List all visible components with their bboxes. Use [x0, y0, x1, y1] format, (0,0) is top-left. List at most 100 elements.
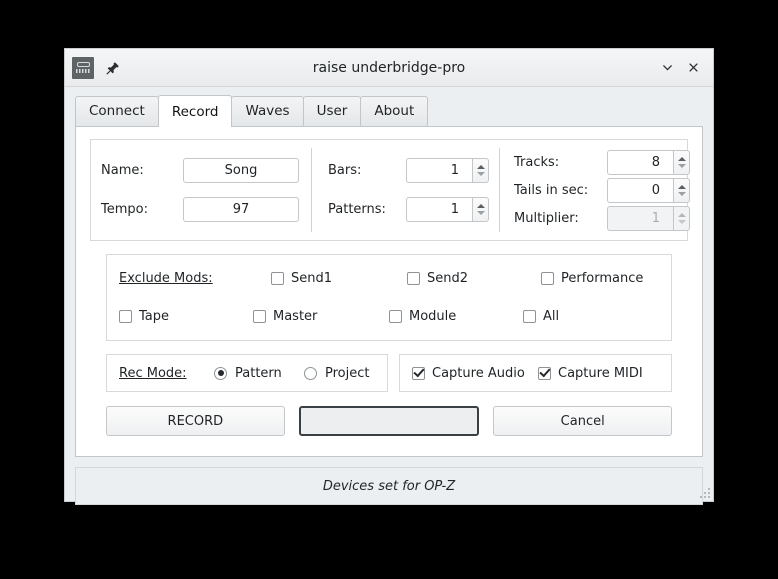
- exclude-mods-label: Exclude Mods:: [119, 270, 213, 286]
- exclude-mods-group: Exclude Mods: Send1 Send2 Performance Ta…: [106, 254, 672, 342]
- checkbox-tape-label: Tape: [139, 308, 170, 324]
- application-window: raise underbridge-pro Connect Record Wav…: [64, 48, 714, 506]
- radio-dot-icon[interactable]: [304, 366, 317, 380]
- name-label: Name:: [101, 163, 144, 179]
- radio-project-label: Project: [325, 365, 370, 381]
- bars-value[interactable]: 1: [406, 158, 472, 184]
- checkbox-all[interactable]: All: [523, 309, 559, 324]
- cancel-button[interactable]: Cancel: [493, 406, 673, 437]
- icon-glyph-screen: [76, 62, 90, 67]
- tails-row: Tails in sec: 0: [514, 177, 690, 203]
- patterns-row: Patterns: 1: [328, 194, 499, 225]
- checkbox-box-icon[interactable]: [407, 271, 420, 285]
- minimize-button[interactable]: [655, 56, 679, 80]
- chevron-up-icon[interactable]: [677, 156, 686, 161]
- multiplier-label: Multiplier:: [514, 210, 579, 226]
- checkbox-module[interactable]: Module: [389, 309, 523, 324]
- multiplier-row: Multiplier: 1: [514, 205, 690, 231]
- tails-in-sec-stepper[interactable]: 0: [607, 177, 690, 203]
- tab-user[interactable]: User: [302, 96, 362, 127]
- checkbox-module-label: Module: [409, 308, 457, 324]
- patterns-stepper[interactable]: 1: [406, 197, 489, 223]
- checkbox-master[interactable]: Master: [253, 309, 389, 324]
- tracks-row: Tracks: 8: [514, 149, 690, 175]
- radio-pattern[interactable]: Pattern: [214, 366, 304, 381]
- chevron-down-icon[interactable]: [677, 191, 686, 196]
- checkbox-capture-audio-label: Capture Audio: [432, 365, 525, 381]
- record-tab-panel: Name: Song Tempo: 97 Bars: 1 Patterns: 1…: [75, 126, 703, 458]
- resize-grip[interactable]: [697, 485, 710, 498]
- patterns-stepper-buttons[interactable]: [472, 197, 489, 223]
- capture-group: Capture Audio Capture MIDI: [399, 354, 672, 393]
- window-controls: [655, 56, 713, 80]
- tails-in-sec-label: Tails in sec:: [514, 182, 589, 198]
- tracks-column: Tracks: 8 Tails in sec: 0 Multiplier: 1: [499, 148, 690, 233]
- exclude-mods-row-1: Exclude Mods: Send1 Send2 Performance: [119, 264, 659, 292]
- name-row: Name: Song: [101, 155, 299, 186]
- tails-in-sec-value[interactable]: 0: [607, 177, 673, 203]
- multiplier-stepper: 1: [607, 205, 690, 231]
- opz-device-icon: [72, 56, 94, 79]
- checkbox-performance[interactable]: Performance: [541, 271, 643, 286]
- close-button[interactable]: [681, 56, 705, 80]
- checkbox-send2[interactable]: Send2: [407, 271, 541, 286]
- record-button[interactable]: RECORD: [106, 406, 285, 437]
- tab-connect[interactable]: Connect: [75, 96, 159, 127]
- chevron-up-icon[interactable]: [677, 184, 686, 189]
- tracks-label: Tracks:: [514, 154, 560, 170]
- checkbox-checked-icon[interactable]: [538, 366, 551, 380]
- progress-button[interactable]: [298, 406, 480, 437]
- chevron-down-icon[interactable]: [476, 211, 485, 216]
- checkbox-box-icon[interactable]: [389, 309, 402, 323]
- checkbox-capture-midi-label: Capture MIDI: [558, 365, 643, 381]
- tempo-row: Tempo: 97: [101, 194, 299, 225]
- status-bar: Devices set for OP-Z: [75, 467, 703, 506]
- radio-dot-icon[interactable]: [214, 366, 227, 380]
- checkbox-all-label: All: [543, 308, 560, 324]
- recmode-capture-row: Rec Mode: Pattern Project Capture Audio: [106, 354, 672, 393]
- checkbox-master-label: Master: [273, 308, 318, 324]
- checkbox-send2-label: Send2: [427, 270, 469, 286]
- tab-waves[interactable]: Waves: [231, 96, 304, 127]
- tracks-stepper[interactable]: 8: [607, 149, 690, 175]
- multiplier-stepper-buttons: [673, 205, 690, 231]
- checkbox-capture-midi[interactable]: Capture MIDI: [538, 366, 643, 381]
- chevron-down-icon[interactable]: [476, 172, 485, 177]
- tab-bar: Connect Record Waves User About: [65, 87, 713, 128]
- window-bottom-pad: [65, 505, 713, 521]
- window-title: raise underbridge-pro: [312, 59, 466, 76]
- checkbox-checked-icon[interactable]: [412, 366, 425, 380]
- checkbox-box-icon[interactable]: [271, 271, 284, 285]
- tracks-stepper-buttons[interactable]: [673, 149, 690, 175]
- radio-pattern-label: Pattern: [235, 365, 282, 381]
- tails-in-sec-stepper-buttons[interactable]: [673, 177, 690, 203]
- name-input[interactable]: Song: [183, 158, 299, 184]
- bars-row: Bars: 1: [328, 155, 499, 186]
- checkbox-box-icon[interactable]: [253, 309, 266, 323]
- bars-label: Bars:: [328, 163, 362, 179]
- tab-record[interactable]: Record: [157, 95, 233, 128]
- checkbox-box-icon[interactable]: [523, 309, 536, 323]
- bars-stepper-buttons[interactable]: [472, 158, 489, 184]
- checkbox-tape[interactable]: Tape: [119, 309, 253, 324]
- checkbox-send1[interactable]: Send1: [271, 271, 407, 286]
- chevron-down-icon[interactable]: [677, 163, 686, 168]
- checkbox-send1-label: Send1: [291, 270, 333, 286]
- radio-project[interactable]: Project: [304, 366, 369, 381]
- tempo-input[interactable]: 97: [183, 197, 299, 223]
- tab-about[interactable]: About: [360, 96, 429, 127]
- rec-mode-label: Rec Mode:: [119, 365, 187, 381]
- checkbox-box-icon[interactable]: [119, 309, 132, 323]
- checkbox-capture-audio[interactable]: Capture Audio: [412, 366, 538, 381]
- checkbox-performance-label: Performance: [561, 270, 644, 286]
- fields-group: Name: Song Tempo: 97 Bars: 1 Patterns: 1…: [90, 139, 690, 242]
- bars-stepper[interactable]: 1: [406, 158, 489, 184]
- pin-icon[interactable]: [103, 58, 123, 78]
- tracks-value[interactable]: 8: [607, 149, 673, 175]
- patterns-value[interactable]: 1: [406, 197, 472, 223]
- tempo-label: Tempo:: [101, 202, 148, 218]
- icon-glyph-keys: [75, 69, 91, 73]
- chevron-up-icon[interactable]: [476, 165, 485, 170]
- checkbox-box-icon[interactable]: [541, 271, 554, 285]
- chevron-up-icon[interactable]: [476, 204, 485, 209]
